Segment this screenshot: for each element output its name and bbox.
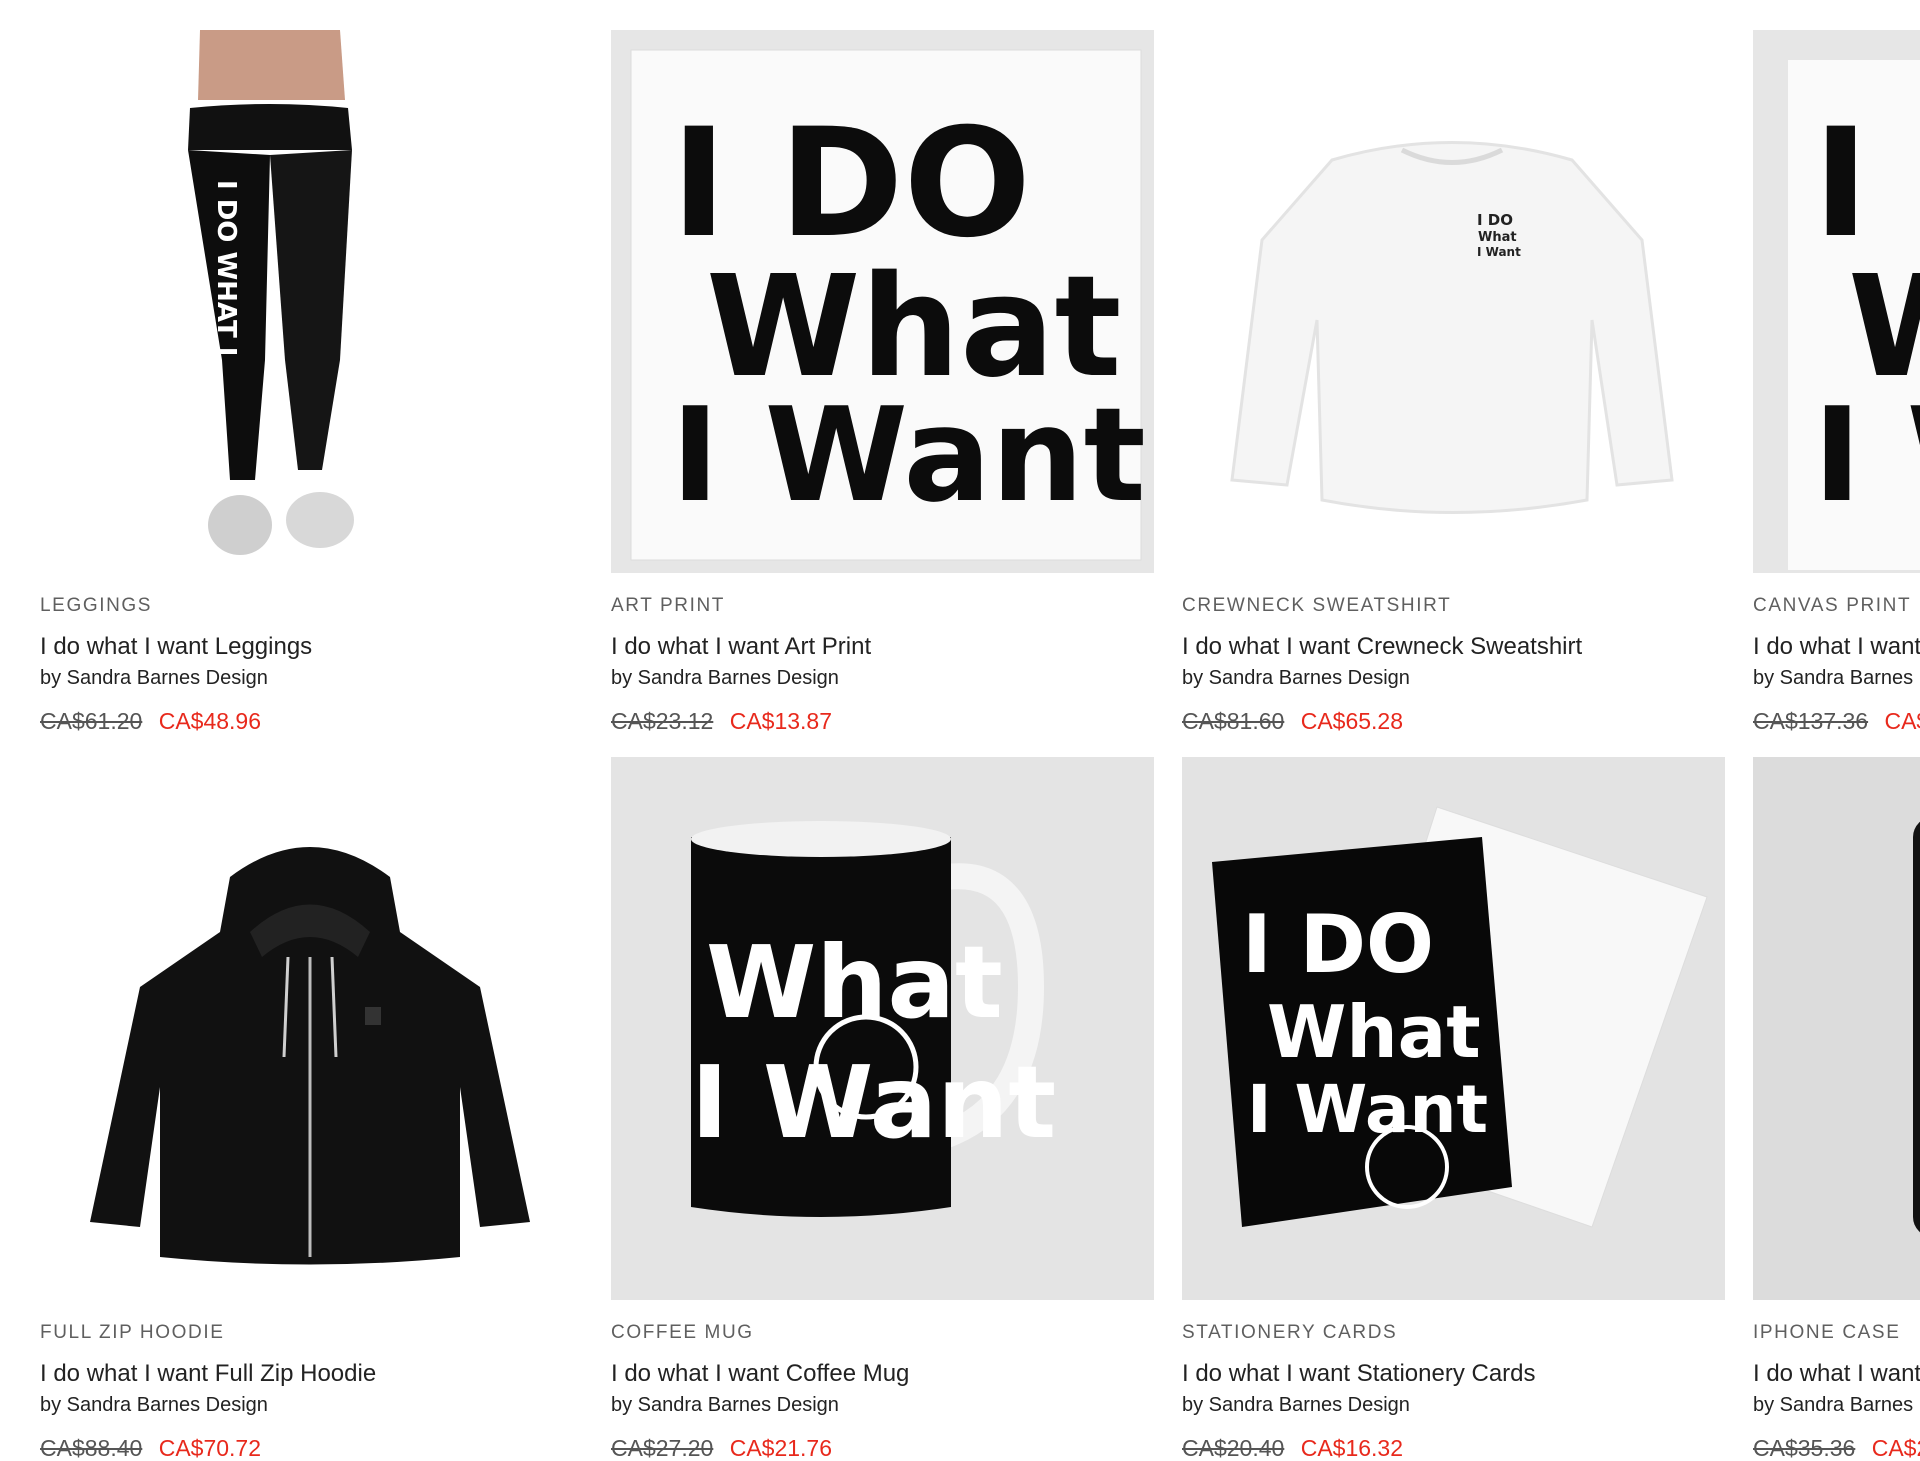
product-link[interactable]: I DO What I Want ART PRINT I do what I w… (611, 30, 1154, 735)
price-row: CA$81.60 CA$65.28 (1182, 708, 1725, 735)
product-artist[interactable]: by Sandra Barnes Design (611, 667, 1154, 690)
artwork-line-1: I DO (671, 97, 1031, 271)
product-artist[interactable]: by Sandra Barnes Design (1182, 1394, 1725, 1417)
product-image-coffee-mug[interactable]: What I Want (611, 757, 1154, 1300)
product-link[interactable]: FULL ZIP HOODIE I do what I want Full Zi… (40, 757, 583, 1461)
sale-price: CA$70.72 (158, 1435, 262, 1461)
product-card-iphone-case[interactable]: IPHONE CASE I do what I want iPhone Case… (1753, 757, 1920, 1461)
price-row: CA$61.20 CA$48.96 (40, 708, 583, 735)
sale-price: CA$109.89 (1884, 708, 1920, 734)
original-price: CA$61.20 (40, 708, 143, 734)
product-card-canvas-print[interactable]: I DO What I Want CANVAS PRINT I do what … (1753, 30, 1920, 735)
original-price: CA$137.36 (1753, 708, 1869, 734)
product-image-stationery[interactable]: I DO What I Want (1182, 757, 1725, 1300)
product-image-art-print[interactable]: I DO What I Want (611, 30, 1154, 573)
product-title[interactable]: I do what I want Crewneck Sweatshirt (1182, 633, 1725, 661)
price-row: CA$23.12 CA$13.87 (611, 708, 1154, 735)
original-price: CA$81.60 (1182, 708, 1285, 734)
original-price: CA$27.20 (611, 1435, 714, 1461)
product-link[interactable]: I DO WHAT I LEGGINGS I do what I want Le… (40, 30, 583, 735)
original-price: CA$35.36 (1753, 1435, 1856, 1461)
artwork-line-1: I DO (1813, 97, 1920, 271)
product-artist[interactable]: by Sandra Barnes Design (611, 1394, 1154, 1417)
artwork-line-3: I Want (671, 379, 1146, 531)
product-card-leggings[interactable]: I DO WHAT I LEGGINGS I do what I want Le… (40, 30, 583, 735)
mug-print-line-2: What (706, 924, 1003, 1041)
product-card-stationery[interactable]: I DO What I Want STATIONERY CARDS I do w… (1182, 757, 1725, 1461)
card-print-line-2: What (1267, 990, 1481, 1074)
price-row: CA$137.36 CA$109.89 (1753, 708, 1920, 735)
original-price: CA$20.40 (1182, 1435, 1285, 1461)
sale-price: CA$21.76 (729, 1435, 833, 1461)
original-price: CA$23.12 (611, 708, 714, 734)
card-print-line-1: I DO (1242, 898, 1434, 991)
product-category: CANVAS PRINT (1753, 595, 1912, 616)
sweatshirt-print-line-1: I DO (1477, 211, 1513, 229)
sale-price: CA$16.32 (1300, 1435, 1404, 1461)
product-link[interactable]: I DO What I Want CREWNECK SWEATSHIRT I d… (1182, 30, 1725, 735)
leggings-print-text: I DO WHAT I (211, 180, 241, 356)
product-link[interactable]: IPHONE CASE I do what I want iPhone Case… (1753, 757, 1920, 1461)
price-row: CA$35.36 CA$28.29 (1753, 1435, 1920, 1461)
product-link[interactable]: What I Want COFFEE MUG I do what I want … (611, 757, 1154, 1461)
price-row: CA$20.40 CA$16.32 (1182, 1435, 1725, 1461)
sweatshirt-print-line-2: What (1478, 230, 1517, 245)
product-category: IPHONE CASE (1753, 1322, 1901, 1343)
sale-price: CA$48.96 (158, 708, 262, 734)
product-grid-page: I DO WHAT I LEGGINGS I do what I want Le… (0, 0, 1920, 1461)
product-image-sweatshirt[interactable]: I DO What I Want (1182, 30, 1725, 573)
product-card-coffee-mug[interactable]: What I Want COFFEE MUG I do what I want … (611, 757, 1154, 1461)
product-card-art-print[interactable]: I DO What I Want ART PRINT I do what I w… (611, 30, 1154, 735)
product-title[interactable]: I do what I want Leggings (40, 633, 583, 661)
product-title[interactable]: I do what I want Coffee Mug (611, 1360, 1154, 1388)
product-title[interactable]: I do what I want Art Print (611, 633, 1154, 661)
artwork-line-3: I Want (1813, 379, 1920, 531)
product-card-hoodie[interactable]: FULL ZIP HOODIE I do what I want Full Zi… (40, 757, 583, 1461)
product-card-sweatshirt[interactable]: I DO What I Want CREWNECK SWEATSHIRT I d… (1182, 30, 1725, 735)
product-category: LEGGINGS (40, 595, 153, 616)
product-link[interactable]: I DO What I Want STATIONERY CARDS I do w… (1182, 757, 1725, 1461)
product-category: COFFEE MUG (611, 1322, 754, 1343)
product-image-canvas-print[interactable]: I DO What I Want (1753, 30, 1920, 573)
product-image-iphone-case[interactable] (1753, 757, 1920, 1300)
product-category: ART PRINT (611, 595, 725, 616)
sale-price: CA$13.87 (729, 708, 833, 734)
product-title[interactable]: I do what I want Canvas Print (1753, 633, 1920, 661)
sale-price: CA$65.28 (1300, 708, 1404, 734)
sweatshirt-print-line-3: I Want (1477, 245, 1521, 259)
sale-price: CA$28.29 (1871, 1435, 1920, 1461)
card-print-line-3: I Want (1247, 1071, 1488, 1148)
product-link[interactable]: I DO What I Want CANVAS PRINT I do what … (1753, 30, 1920, 735)
product-title[interactable]: I do what I want Full Zip Hoodie (40, 1360, 583, 1388)
price-row: CA$27.20 CA$21.76 (611, 1435, 1154, 1461)
product-artist[interactable]: by Sandra Barnes Design (1753, 1394, 1920, 1417)
mug-print-line-3: I Want (691, 1044, 1056, 1161)
product-image-leggings[interactable]: I DO WHAT I (40, 30, 583, 573)
product-category: CREWNECK SWEATSHIRT (1182, 595, 1452, 616)
original-price: CA$88.40 (40, 1435, 143, 1461)
product-artist[interactable]: by Sandra Barnes Design (40, 1394, 583, 1417)
product-artist[interactable]: by Sandra Barnes Design (40, 667, 583, 690)
product-title[interactable]: I do what I want Stationery Cards (1182, 1360, 1725, 1388)
product-category: STATIONERY CARDS (1182, 1322, 1398, 1343)
product-artist[interactable]: by Sandra Barnes Design (1182, 667, 1725, 690)
product-title[interactable]: I do what I want iPhone Case (1753, 1360, 1920, 1388)
product-artist[interactable]: by Sandra Barnes Design (1753, 667, 1920, 690)
product-image-hoodie[interactable] (40, 757, 583, 1300)
product-category: FULL ZIP HOODIE (40, 1322, 225, 1343)
price-row: CA$88.40 CA$70.72 (40, 1435, 583, 1461)
